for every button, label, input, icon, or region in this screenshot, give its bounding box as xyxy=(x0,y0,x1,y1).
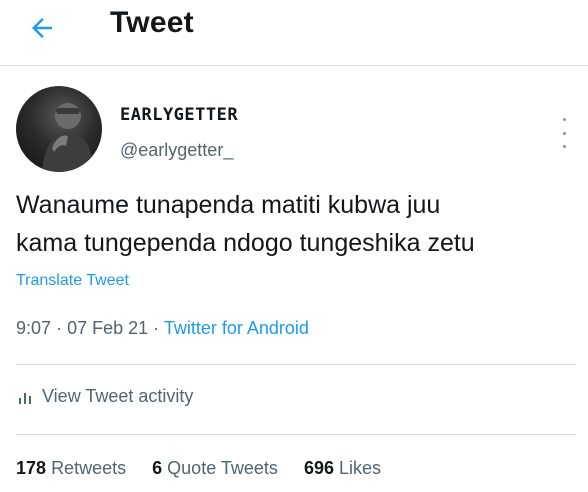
view-tweet-activity-button[interactable]: View Tweet activity xyxy=(18,386,193,407)
profile-photo xyxy=(42,103,94,172)
tweet-source-link[interactable]: Twitter for Android xyxy=(164,318,309,338)
page-title: Tweet xyxy=(110,6,194,39)
more-options-button[interactable] xyxy=(558,118,570,148)
tweet-time: 9:07 xyxy=(16,318,52,338)
top-bar: Tweet xyxy=(0,0,588,66)
tweet-stats: 178 Retweets 6 Quote Tweets 696 Likes xyxy=(16,458,381,479)
quote-tweets-count: 6 xyxy=(152,458,163,478)
bar-chart-icon xyxy=(19,392,31,404)
more-vertical-icon xyxy=(562,118,566,121)
avatar[interactable] xyxy=(16,86,102,172)
likes-label: Likes xyxy=(339,458,382,478)
arrow-left-icon xyxy=(32,18,52,38)
translate-tweet-link[interactable]: Translate Tweet xyxy=(16,272,129,290)
tweet-text: Wanaume tunapenda matiti kubwa juu kama … xyxy=(16,186,576,262)
view-tweet-activity-label: View Tweet activity xyxy=(42,386,194,406)
tweet-text-line: Wanaume tunapenda matiti kubwa juu xyxy=(16,191,441,219)
back-button[interactable] xyxy=(24,10,60,46)
divider xyxy=(16,364,576,365)
likes-count: 696 xyxy=(303,458,334,478)
tweet-meta: 9:07 · 07 Feb 21 · Twitter for Android xyxy=(16,318,309,339)
quote-tweets-label: Quote Tweets xyxy=(167,458,278,478)
likes-stat[interactable]: 696 Likes xyxy=(304,458,381,478)
retweets-count: 178 xyxy=(16,458,47,478)
retweets-stat[interactable]: 178 Retweets xyxy=(16,458,131,478)
author-display-name[interactable]: EARLYGETTER xyxy=(120,105,238,125)
tweet-text-line: kama tungependa ndogo tungeshika zetu xyxy=(16,229,475,257)
author-handle[interactable]: @earlygetter_ xyxy=(120,140,233,161)
meta-separator: · xyxy=(153,318,160,338)
tweet-date: 07 Feb 21 xyxy=(67,318,149,338)
quote-tweets-stat[interactable]: 6 Quote Tweets xyxy=(152,458,283,478)
divider xyxy=(16,434,576,435)
meta-separator: · xyxy=(56,318,63,338)
retweets-label: Retweets xyxy=(51,458,127,478)
